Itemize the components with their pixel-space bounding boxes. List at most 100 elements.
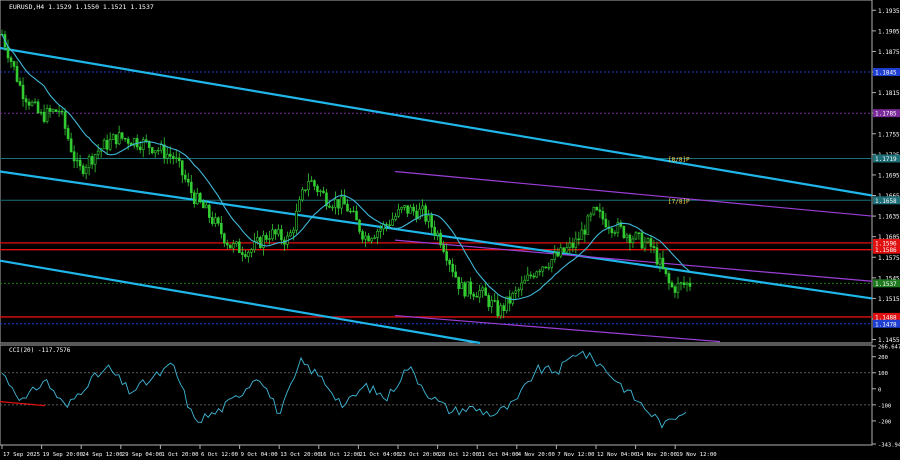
candle-body xyxy=(30,101,34,106)
candle-body xyxy=(214,217,217,224)
candle-body xyxy=(183,174,187,180)
candle-body xyxy=(535,271,539,278)
candle-body xyxy=(105,139,109,150)
candle-body xyxy=(304,189,307,191)
candle-body xyxy=(265,235,268,240)
level-badges: 1.18451.17851.17191.16581.15961.15861.15… xyxy=(873,68,900,328)
candle-body xyxy=(406,205,409,214)
candle-body xyxy=(532,275,536,278)
candle-body xyxy=(529,274,533,277)
candle-body xyxy=(141,139,145,150)
candle-body xyxy=(42,111,46,122)
candle-body xyxy=(298,199,301,212)
candle-body xyxy=(502,305,506,311)
candle-body xyxy=(667,273,671,284)
candle-body xyxy=(592,206,596,215)
candle-body xyxy=(571,242,575,248)
cci-tick-label: -100 xyxy=(878,403,891,409)
price-header: EURUSD,H4 1.1529 1.1550 1.1521 1.1537 xyxy=(9,3,154,11)
candle-body xyxy=(220,222,223,235)
candle-body xyxy=(409,206,412,214)
murrey-level-label: [8/8]P xyxy=(668,156,690,163)
time-tick-label: 14 Nov 20:00 xyxy=(637,452,677,458)
candle-body xyxy=(631,238,635,243)
candle-body xyxy=(421,205,424,210)
candle-body xyxy=(102,139,106,150)
candle-body xyxy=(186,178,190,183)
candle-body xyxy=(217,217,220,224)
candle-body xyxy=(180,160,184,176)
candle-body xyxy=(412,206,415,212)
time-tick-label: 6 Oct 12:00 xyxy=(201,452,238,458)
candle-body xyxy=(646,238,650,243)
candle-body xyxy=(189,181,193,194)
candle-body xyxy=(661,257,665,269)
candle-body xyxy=(174,157,178,159)
candle-body xyxy=(111,134,115,140)
candle-body xyxy=(655,247,659,265)
candle-body xyxy=(27,101,31,106)
murrey-level-label: [7/8]P xyxy=(668,198,690,205)
candle-body xyxy=(15,66,19,82)
candle-body xyxy=(229,244,232,249)
candle-body xyxy=(649,238,653,247)
candle-body xyxy=(156,149,160,152)
candle-body xyxy=(334,199,337,208)
candle-body xyxy=(526,274,530,281)
candle-body xyxy=(466,281,469,297)
candle-body xyxy=(343,196,346,205)
candle-body xyxy=(553,252,557,260)
candle-body xyxy=(361,231,364,240)
level-badge-label: 1.1845 xyxy=(875,70,897,77)
cci-header: CCI(20) -117.7576 xyxy=(9,347,71,354)
time-tick-label: 9 Oct 04:00 xyxy=(241,452,278,458)
candle-body xyxy=(90,156,94,165)
level-badge-label: 1.1719 xyxy=(875,156,897,163)
candle-body xyxy=(577,238,581,241)
candle-body xyxy=(433,226,436,236)
candle-body xyxy=(484,287,488,296)
candle-body xyxy=(370,238,373,242)
time-tick-label: 12 Nov 04:00 xyxy=(597,452,637,458)
candle-body xyxy=(652,246,656,248)
level-badge-label: 1.1658 xyxy=(875,198,897,205)
candle-body xyxy=(144,139,148,142)
candle-body xyxy=(676,282,680,293)
candle-body xyxy=(397,208,400,217)
candle-body xyxy=(138,146,142,150)
candle-body xyxy=(469,281,472,295)
candle-body xyxy=(96,150,100,155)
candle-body xyxy=(487,295,491,308)
cci-tick-label: -200 xyxy=(878,419,891,425)
candle-body xyxy=(274,229,277,235)
candle-body xyxy=(277,229,280,235)
candle-body xyxy=(643,241,647,249)
candle-body xyxy=(24,98,28,103)
candle-body xyxy=(595,206,599,211)
candle-body xyxy=(511,292,515,304)
time-tick-label: 4 Nov 20:00 xyxy=(518,452,555,458)
candle-body xyxy=(613,232,617,234)
candle-body xyxy=(322,190,325,194)
level-badge-label: 1.1586 xyxy=(875,247,897,254)
candle-body xyxy=(54,109,58,112)
candle-body xyxy=(232,243,235,249)
candle-body xyxy=(78,159,82,167)
candle-body xyxy=(226,242,229,246)
candle-body xyxy=(75,159,79,162)
time-tick-label: 19 Nov 12:00 xyxy=(676,452,716,458)
price-tick-label: 1.1695 xyxy=(878,172,900,179)
candle-body xyxy=(670,282,674,288)
candle-body xyxy=(159,144,163,151)
candle-body xyxy=(349,210,352,213)
time-tick-label: 21 Oct 04:00 xyxy=(359,452,399,458)
candle-body xyxy=(117,132,121,145)
candle-body xyxy=(72,151,76,162)
candle-body xyxy=(658,257,662,265)
cci-tick-label: 0 xyxy=(878,387,881,393)
candle-body xyxy=(259,237,262,249)
candle-body xyxy=(496,300,500,317)
candle-body xyxy=(562,247,566,253)
candle-body xyxy=(439,232,442,246)
candle-body xyxy=(48,108,52,112)
